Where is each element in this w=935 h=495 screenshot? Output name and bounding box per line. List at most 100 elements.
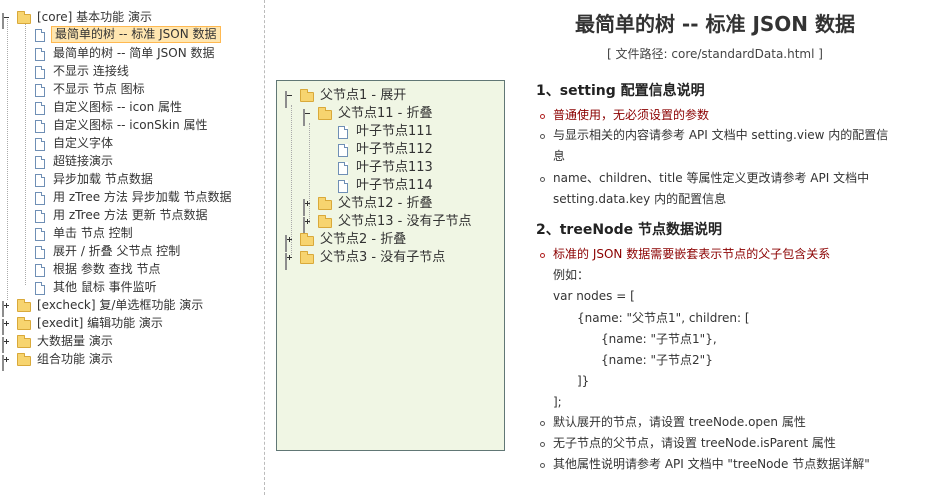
document-icon (32, 47, 48, 61)
section1-item2-line1: 与显示相关的内容请参考 API 文档中 setting.view 内的配置信 (553, 128, 889, 142)
code-line: var nodes = [ (553, 289, 635, 303)
nav-item-no-line[interactable]: 不显示 连接线 (32, 63, 131, 80)
code-line: {name: "子节点1"}, (601, 332, 717, 346)
bullet-icon (540, 421, 545, 426)
document-icon (32, 155, 48, 169)
page-title: 最简单的树 -- 标准 JSON 数据 (574, 12, 856, 36)
expand-switch-icon[interactable] (2, 354, 12, 371)
nav-item-no-icon[interactable]: 不显示 节点 图标 (32, 81, 147, 98)
nav-item-label: 根据 参数 查找 节点 (53, 262, 161, 276)
folder-icon (299, 251, 315, 265)
nav-item-label: 最简单的树 -- 标准 JSON 数据 (51, 26, 221, 43)
expand-switch-icon[interactable] (303, 199, 313, 216)
nav-item-custom-icon[interactable]: 自定义图标 -- icon 属性 (32, 99, 184, 116)
folder-icon (16, 334, 32, 349)
bullet-icon (540, 114, 545, 119)
nav-item-search[interactable]: 根据 参数 查找 节点 (32, 261, 162, 278)
document-icon (32, 101, 48, 115)
section1-heading: 1、setting 配置信息说明 (536, 83, 705, 99)
bullet-icon (540, 442, 545, 447)
tree-node-label: 父节点12 - 折叠 (338, 196, 433, 211)
file-path: [ 文件路径: core/standardData.html ] (607, 47, 823, 61)
nav-item-other-mouse[interactable]: 其他 鼠标 事件监听 (32, 279, 159, 296)
section2-item2: 默认展开的节点，请设置 treeNode.open 属性 (553, 415, 806, 429)
tree-node-leaf111[interactable]: 叶子节点111 (335, 123, 435, 141)
tree-node-label: 叶子节点114 (356, 178, 433, 193)
nav-item-label: [core] 基本功能 演示 (37, 10, 152, 24)
nav-item-label: 最简单的树 -- 简单 JSON 数据 (53, 46, 215, 60)
nav-item-standard-json[interactable]: 最简单的树 -- 标准 JSON 数据 (32, 26, 221, 43)
nav-item-core[interactable]: [core] 基本功能 演示 (2, 9, 154, 29)
tree-node-leaf113[interactable]: 叶子节点113 (335, 159, 435, 177)
nav-item-custom-iconskin[interactable]: 自定义图标 -- iconSkin 属性 (32, 117, 210, 134)
nav-item-url[interactable]: 超链接演示 (32, 153, 115, 170)
description-panel: 最简单的树 -- 标准 JSON 数据 [ 文件路径: core/standar… (520, 0, 930, 495)
expand-switch-icon[interactable] (285, 235, 295, 252)
nav-item-bigdata[interactable]: 大数据量 演示 (2, 333, 115, 353)
code-line: {name: "父节点1", children: [ (577, 311, 750, 325)
nav-item-exedit[interactable]: [exedit] 编辑功能 演示 (2, 315, 165, 335)
tree-node-label: 父节点1 - 展开 (320, 88, 407, 103)
tree-node-label: 父节点11 - 折叠 (338, 106, 433, 121)
nav-item-label: 用 zTree 方法 异步加载 节点数据 (53, 190, 232, 204)
tree-node-leaf112[interactable]: 叶子节点112 (335, 141, 435, 159)
collapse-switch-icon[interactable] (285, 91, 295, 108)
nav-item-custom-font[interactable]: 自定义字体 (32, 135, 115, 152)
document-icon (335, 161, 351, 175)
expand-switch-icon[interactable] (285, 253, 295, 270)
nav-item-expand[interactable]: 展开 / 折叠 父节点 控制 (32, 243, 182, 260)
document-icon (32, 245, 48, 259)
document-icon (32, 119, 48, 133)
document-icon (32, 28, 48, 42)
collapse-switch-icon[interactable] (303, 109, 313, 126)
nav-item-async[interactable]: 异步加载 节点数据 (32, 171, 155, 188)
nav-item-update-fun[interactable]: 用 zTree 方法 更新 节点数据 (32, 207, 210, 224)
tree-node-label: 父节点13 - 没有子节点 (338, 214, 472, 229)
tree-node-parent11[interactable]: 父节点11 - 折叠 (303, 105, 435, 126)
bullet-icon (540, 134, 545, 139)
section1-item3-line1: name、children、title 等属性定义更改请参考 API 文档中 (553, 171, 870, 185)
nav-item-simple-json[interactable]: 最简单的树 -- 简单 JSON 数据 (32, 45, 217, 62)
tree-node-parent13[interactable]: 父节点13 - 没有子节点 (303, 213, 474, 234)
nav-item-click[interactable]: 单击 节点 控制 (32, 225, 135, 242)
bullet-icon (540, 177, 545, 182)
document-icon (32, 65, 48, 79)
tree-node-leaf114[interactable]: 叶子节点114 (335, 177, 435, 195)
code-line: ]} (577, 374, 590, 388)
expand-switch-icon[interactable] (303, 217, 313, 234)
tree-node-label: 叶子节点113 (356, 160, 433, 175)
nav-item-label: 自定义字体 (53, 136, 114, 150)
document-icon (32, 281, 48, 295)
nav-item-excheck[interactable]: [excheck] 复/单选框功能 演示 (2, 297, 205, 317)
tree-node-parent3[interactable]: 父节点3 - 没有子节点 (285, 249, 447, 270)
document-icon (32, 137, 48, 151)
code-line: ]; (553, 395, 562, 409)
document-icon (32, 227, 48, 241)
collapse-switch-icon[interactable] (2, 12, 12, 29)
folder-open-icon (317, 107, 333, 121)
document-icon (335, 143, 351, 157)
nav-item-label: 自定义图标 -- icon 属性 (53, 100, 182, 114)
section2-item4: 其他属性说明请参考 API 文档中 "treeNode 节点数据详解" (553, 457, 870, 471)
nav-item-label: 不显示 连接线 (53, 64, 129, 78)
tree-node-parent2[interactable]: 父节点2 - 折叠 (285, 231, 408, 252)
tree-node-label: 叶子节点112 (356, 142, 433, 157)
tree-node-label: 叶子节点111 (356, 124, 433, 139)
section2-heading: 2、treeNode 节点数据说明 (536, 222, 723, 238)
code-line: {name: "子节点2"} (601, 353, 713, 367)
expand-switch-icon[interactable] (2, 318, 12, 335)
folder-icon (16, 298, 32, 313)
nav-item-label: 自定义图标 -- iconSkin 属性 (53, 118, 208, 132)
document-icon (32, 191, 48, 205)
expand-switch-icon[interactable] (2, 300, 12, 317)
expand-switch-icon[interactable] (2, 336, 12, 353)
section1-item2-line2: 息 (553, 149, 566, 163)
tree-node-parent1[interactable]: 父节点1 - 展开 (285, 87, 408, 108)
folder-icon (317, 197, 333, 211)
nav-item-label: 其他 鼠标 事件监听 (53, 280, 157, 294)
folder-open-icon (299, 89, 315, 103)
nav-item-async-fun[interactable]: 用 zTree 方法 异步加载 节点数据 (32, 189, 234, 206)
tree-node-parent12[interactable]: 父节点12 - 折叠 (303, 195, 435, 216)
section1-item1: 普通使用，无必须设置的参数 (553, 108, 710, 122)
nav-item-super[interactable]: 组合功能 演示 (2, 351, 115, 371)
